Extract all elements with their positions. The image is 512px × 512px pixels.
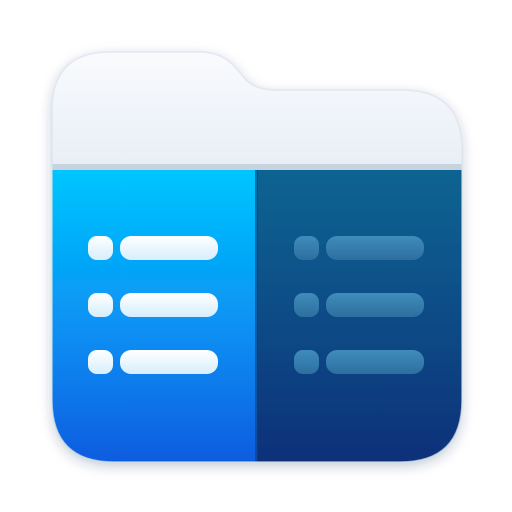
left-list-row-3	[88, 350, 218, 374]
right-list	[294, 236, 424, 374]
pane-divider	[255, 170, 258, 462]
left-line-icon	[120, 293, 218, 317]
left-list-row-2	[88, 293, 218, 317]
folder-seam	[52, 164, 462, 170]
left-line-icon	[120, 236, 218, 260]
left-bullet-icon	[88, 236, 113, 260]
left-list-row-1	[88, 236, 218, 260]
right-bullet-icon	[294, 293, 319, 317]
right-list-row-1	[294, 236, 424, 260]
app-icon-stage	[0, 0, 512, 512]
icon-body	[52, 52, 462, 462]
right-pane	[257, 170, 462, 462]
right-line-icon	[326, 350, 424, 374]
right-list-row-2	[294, 293, 424, 317]
right-list-row-3	[294, 350, 424, 374]
left-bullet-icon	[88, 350, 113, 374]
left-pane	[52, 170, 257, 462]
dual-pane-folder-icon	[51, 51, 463, 463]
right-bullet-icon	[294, 236, 319, 260]
right-line-icon	[326, 293, 424, 317]
folder-tab-top	[52, 52, 462, 180]
left-line-icon	[120, 350, 218, 374]
right-line-icon	[326, 236, 424, 260]
left-list	[88, 236, 218, 374]
left-bullet-icon	[88, 293, 113, 317]
right-bullet-icon	[294, 350, 319, 374]
